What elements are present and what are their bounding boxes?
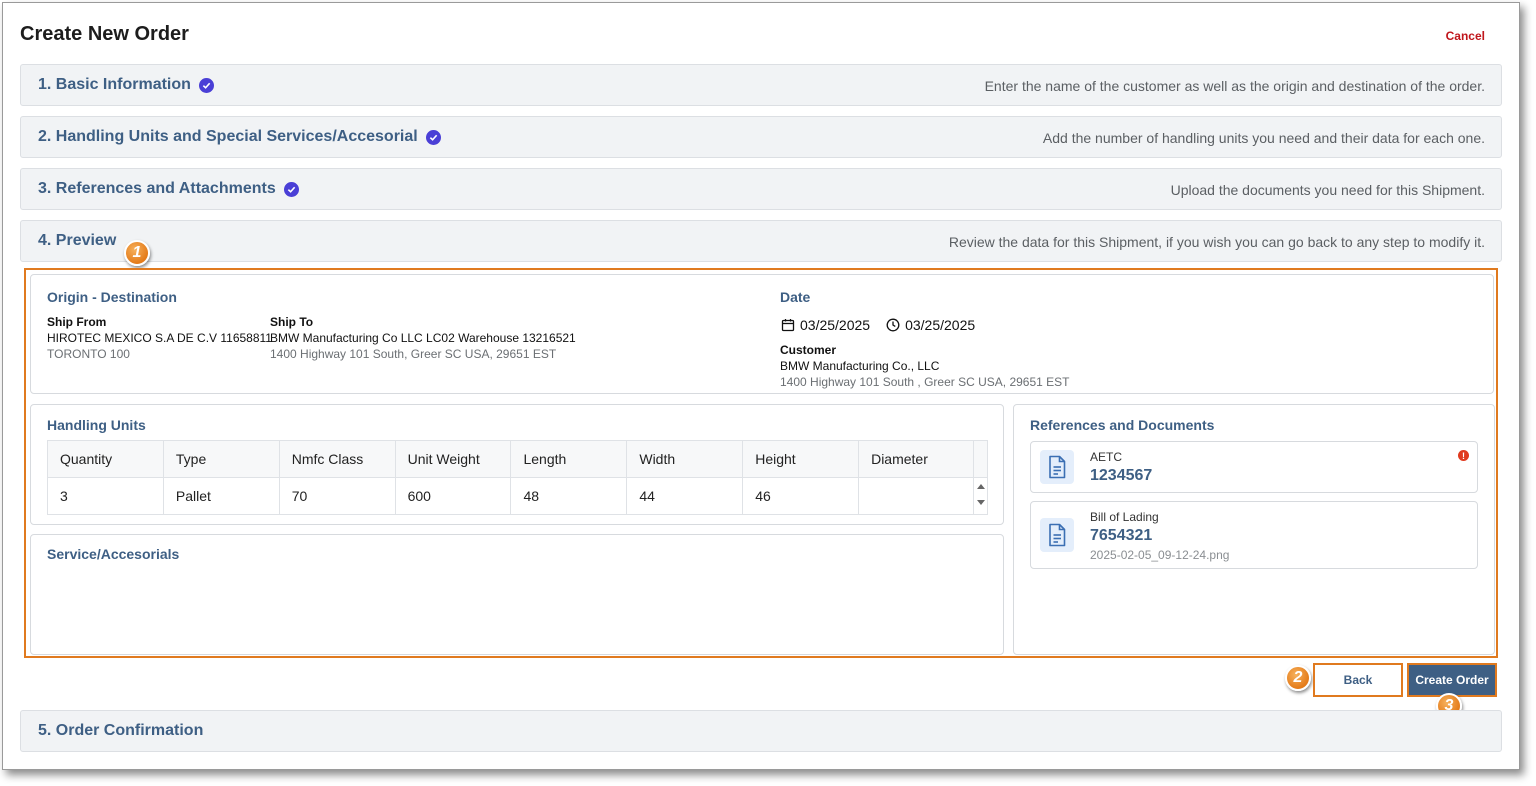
reference-type: AETC: [1090, 450, 1123, 464]
table-cell: 3: [47, 477, 164, 515]
column-header: Unit Weight: [394, 440, 512, 478]
step-description: Review the data for this Shipment, if yo…: [948, 234, 1485, 250]
services-card: Service/Accesorials: [30, 534, 1004, 655]
reference-number: 1234567: [1090, 467, 1153, 484]
reference-item-bill-of-lading[interactable]: Bill of Lading 7654321 2025-02-05_09-12-…: [1030, 501, 1478, 569]
column-header: Nmfc Class: [278, 440, 396, 478]
table-row: 3 Pallet 70 600 48 44 46: [47, 477, 988, 515]
reference-file-name: 2025-02-05_09-12-24.png: [1090, 548, 1230, 562]
warning-icon: !: [1458, 450, 1469, 461]
customer-label: Customer: [780, 343, 837, 357]
step-order-confirmation[interactable]: 5. Order Confirmation: [20, 710, 1502, 752]
calendar-icon: [781, 318, 795, 332]
date-title: Date: [780, 289, 811, 305]
handling-units-table: Quantity Type Nmfc Class Unit Weight Len…: [47, 440, 988, 515]
clock-icon: [886, 318, 900, 332]
customer-address: 1400 Highway 101 South , Greer SC USA, 2…: [780, 375, 1070, 389]
document-icon: [1040, 518, 1074, 552]
table-cell: 48: [510, 477, 628, 515]
create-order-window: Create New Order Cancel 1. Basic Informa…: [2, 2, 1520, 770]
back-button[interactable]: Back: [1313, 663, 1403, 697]
cancel-link[interactable]: Cancel: [1446, 29, 1485, 43]
table-cell: 70: [278, 477, 396, 515]
column-header: Height: [742, 440, 860, 478]
column-header: Width: [626, 440, 744, 478]
reference-number: 7654321: [1090, 527, 1153, 544]
ship-to-address: 1400 Highway 101 South, Greer SC USA, 29…: [270, 347, 557, 361]
handling-units-card: Handling Units Quantity Type Nmfc Class …: [30, 404, 1004, 525]
handling-units-title: Handling Units: [47, 417, 146, 433]
services-title: Service/Accesorials: [47, 546, 180, 562]
check-icon: [283, 181, 299, 197]
time-value: 03/25/2025: [905, 317, 976, 333]
references-title: References and Documents: [1030, 417, 1215, 433]
preview-panel: Origin - Destination Ship From HIROTEC M…: [24, 268, 1498, 658]
step-description: Add the number of handling units you nee…: [1042, 130, 1485, 146]
callout-badge-1: 1: [124, 240, 150, 266]
date-value: 03/25/2025: [800, 317, 871, 333]
column-header: Type: [162, 440, 280, 478]
column-header: Diameter: [858, 440, 988, 478]
callout-badge-2: 2: [1285, 665, 1311, 691]
table-header-row: Quantity Type Nmfc Class Unit Weight Len…: [47, 440, 988, 478]
step-title: 2. Handling Units and Special Services/A…: [38, 128, 418, 145]
scroll-down-arrow-icon[interactable]: [977, 500, 985, 505]
step-references-attachments[interactable]: 3. References and Attachments Upload the…: [20, 168, 1502, 210]
check-icon: [198, 77, 214, 93]
ship-from-name: HIROTEC MEXICO S.A DE C.V 11658811: [47, 331, 272, 345]
origin-destination-title: Origin - Destination: [47, 289, 177, 305]
check-icon: [425, 129, 441, 145]
table-scrollbar[interactable]: [973, 440, 988, 514]
step-title: 5. Order Confirmation: [38, 722, 204, 739]
table-cell: 600: [394, 477, 512, 515]
step-title: 4. Preview: [38, 232, 117, 249]
date-row: 03/25/2025 03/25/2025: [781, 317, 975, 333]
customer-name: BMW Manufacturing Co., LLC: [780, 359, 940, 373]
table-cell: 46: [742, 477, 860, 515]
column-header: Quantity: [47, 440, 164, 478]
step-handling-units[interactable]: 2. Handling Units and Special Services/A…: [20, 116, 1502, 158]
ship-from-address: TORONTO 100: [47, 347, 130, 361]
origin-destination-card: Origin - Destination Ship From HIROTEC M…: [30, 274, 1494, 394]
page-title: Create New Order: [20, 23, 189, 45]
document-icon: [1040, 450, 1074, 484]
reference-type: Bill of Lading: [1090, 510, 1159, 524]
step-basic-information[interactable]: 1. Basic Information Enter the name of t…: [20, 64, 1502, 106]
column-header: Length: [510, 440, 628, 478]
scroll-up-arrow-icon[interactable]: [977, 484, 985, 489]
reference-item-aetc[interactable]: AETC 1234567 !: [1030, 441, 1478, 493]
ship-from-label: Ship From: [47, 315, 107, 329]
table-cell: 44: [626, 477, 744, 515]
references-card: References and Documents AETC 1234567 ! …: [1013, 404, 1495, 655]
step-preview[interactable]: 4. Preview Review the data for this Ship…: [20, 220, 1502, 262]
ship-to-label: Ship To: [270, 315, 314, 329]
table-cell: [858, 477, 988, 515]
step-title: 3. References and Attachments: [38, 180, 276, 197]
table-cell: Pallet: [162, 477, 280, 515]
step-description: Upload the documents you need for this S…: [1170, 182, 1485, 198]
step-title: 1. Basic Information: [38, 76, 191, 93]
create-order-button[interactable]: Create Order: [1407, 663, 1497, 697]
step-description: Enter the name of the customer as well a…: [984, 78, 1485, 94]
ship-to-name: BMW Manufacturing Co LLC LC02 Warehouse …: [270, 331, 576, 345]
